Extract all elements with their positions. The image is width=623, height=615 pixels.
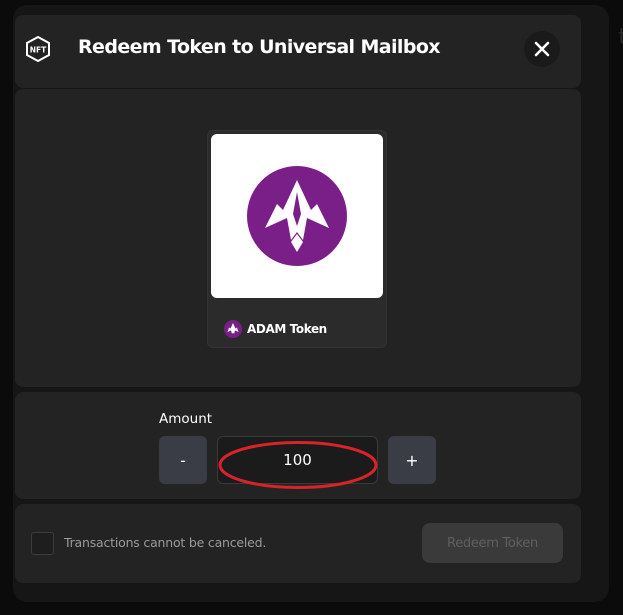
amount-label: Amount bbox=[159, 411, 213, 427]
confirm-checkbox-label: Transactions cannot be canceled. bbox=[64, 535, 267, 550]
token-label: ADAM Token bbox=[224, 320, 327, 338]
nft-hexagon-icon: NFT bbox=[26, 36, 50, 62]
token-card[interactable]: ADAM Token bbox=[207, 130, 387, 348]
increment-button[interactable]: + bbox=[388, 436, 436, 484]
increment-label: + bbox=[405, 450, 419, 470]
token-name: ADAM Token bbox=[247, 322, 327, 336]
decrement-label: - bbox=[180, 450, 186, 470]
decrement-button[interactable]: - bbox=[159, 436, 207, 484]
confirm-checkbox[interactable] bbox=[31, 532, 54, 555]
token-image bbox=[211, 134, 383, 298]
close-icon bbox=[534, 41, 550, 57]
redeem-token-button[interactable]: Redeem Token bbox=[422, 523, 563, 563]
adam-token-logo bbox=[247, 166, 347, 266]
amount-input[interactable] bbox=[217, 436, 378, 484]
close-button[interactable] bbox=[524, 31, 560, 67]
adam-token-mini-icon bbox=[224, 320, 242, 338]
nft-icon-text: NFT bbox=[30, 46, 47, 55]
dialog-title: Redeem Token to Universal Mailbox bbox=[78, 36, 441, 58]
backdrop-glyph: t bbox=[618, 25, 623, 50]
